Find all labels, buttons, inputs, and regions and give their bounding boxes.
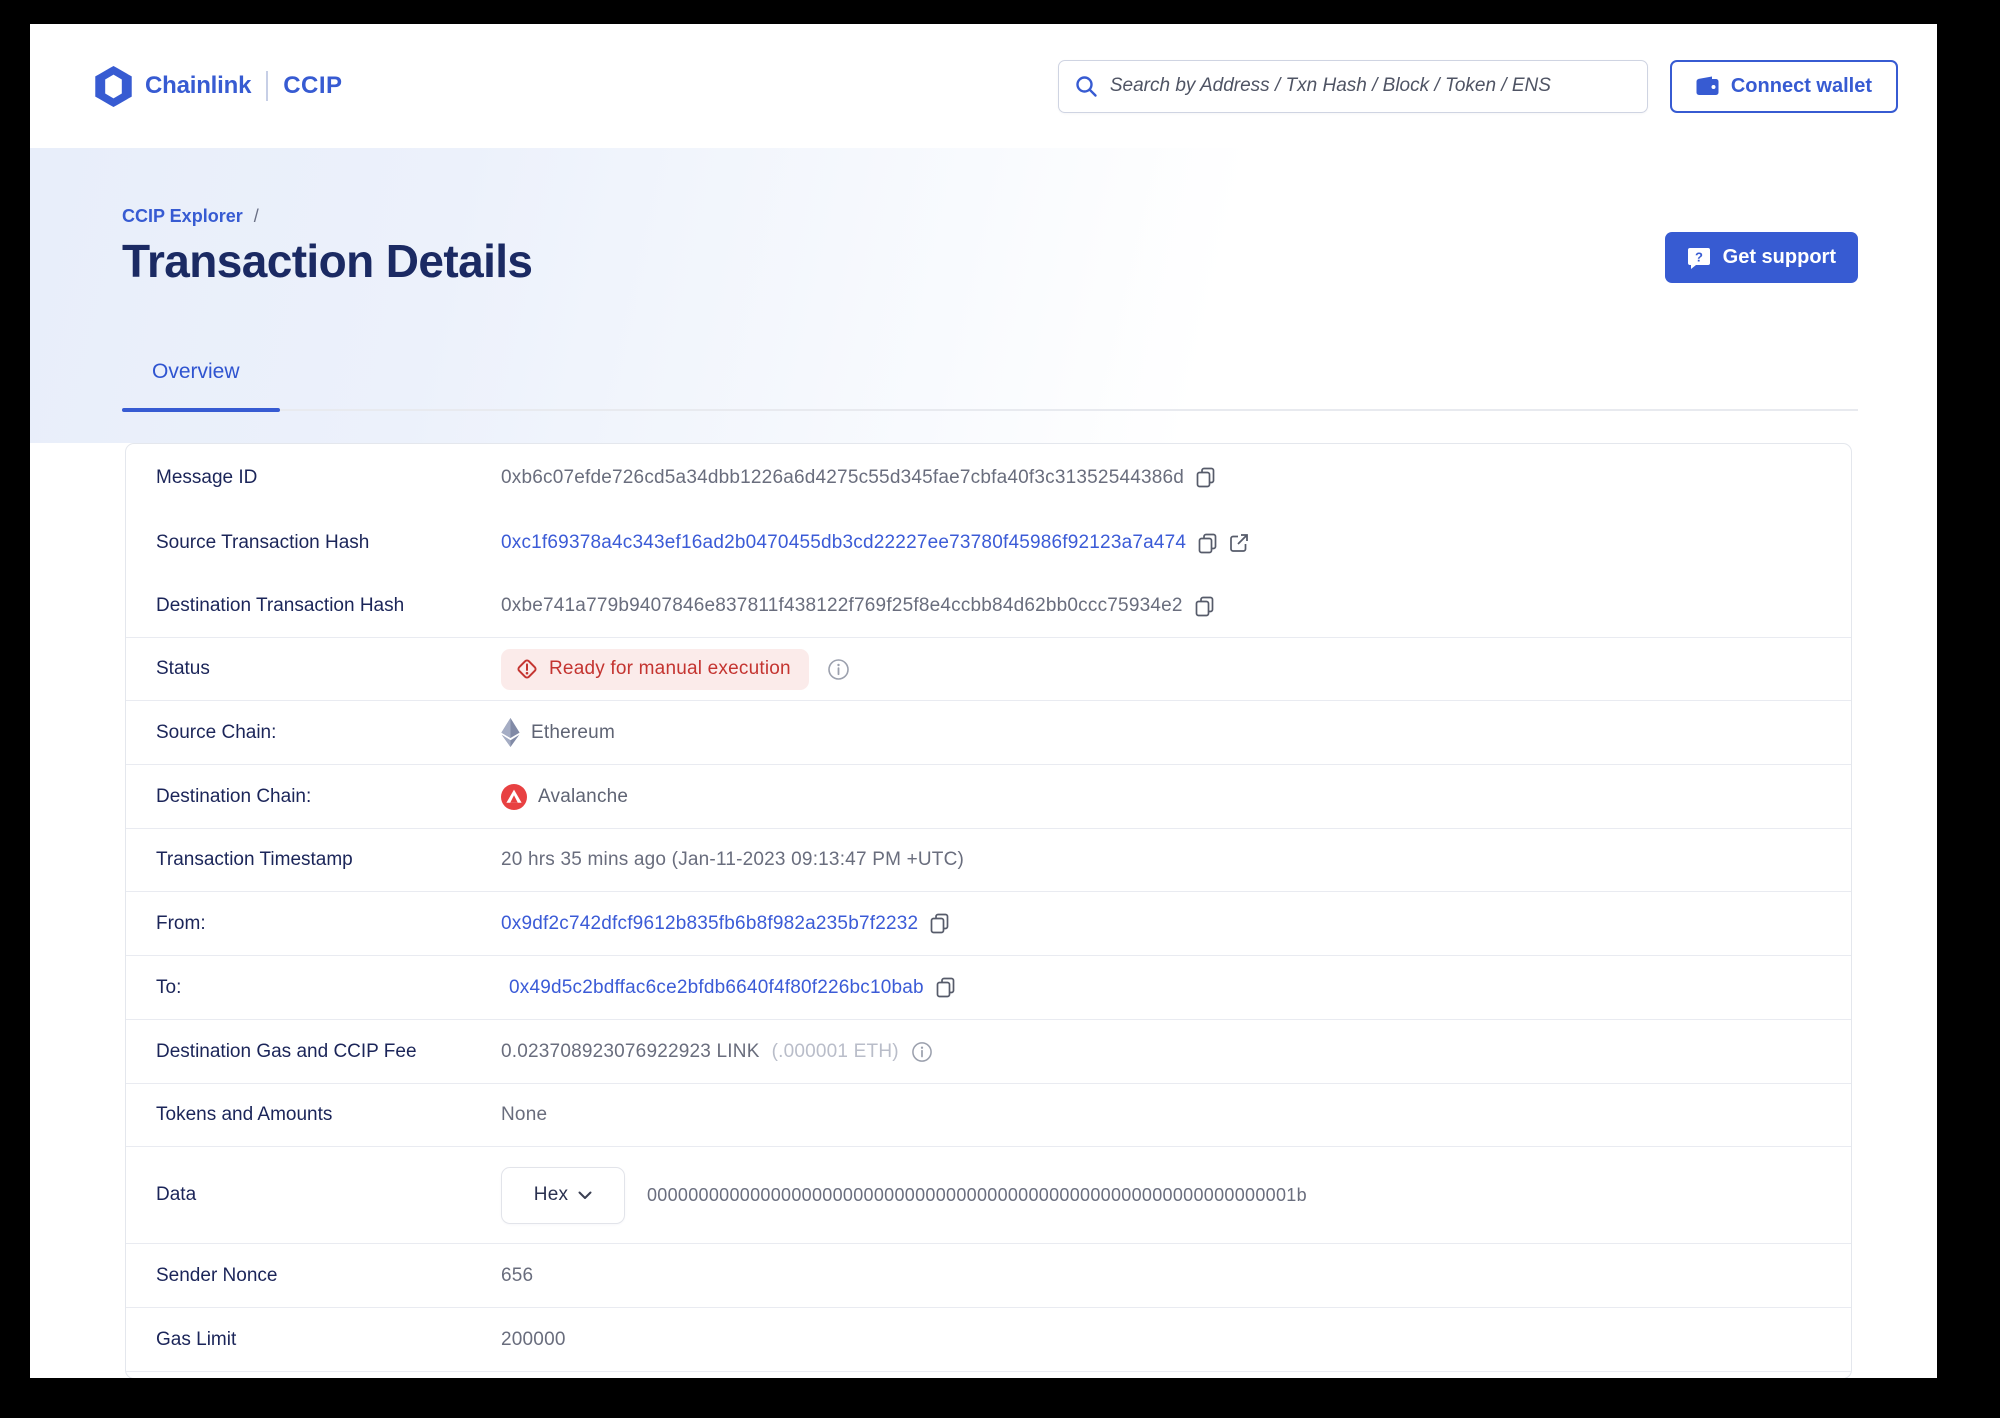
page-title: Transaction Details [122, 235, 533, 287]
row-fee: Destination Gas and CCIP Fee 0.023708923… [126, 1020, 1851, 1084]
status-info-icon[interactable] [827, 658, 850, 681]
chevron-down-icon [578, 1191, 592, 1200]
transaction-details-card: Message ID 0xb6c07efde726cd5a34dbb1226a6… [125, 443, 1852, 1378]
sender-nonce-label: Sender Nonce [156, 1264, 278, 1286]
sender-nonce-value: 656 [501, 1264, 534, 1286]
tab-overview-active-underline [122, 408, 280, 412]
copy-icon[interactable] [1195, 596, 1214, 617]
to-address-link[interactable]: 0x49d5c2bdffac6ce2bfdb6640f4f80f226bc10b… [509, 977, 924, 999]
copy-icon[interactable] [1196, 467, 1215, 488]
top-header: Chainlink CCIP Connect wallet [30, 24, 1937, 148]
global-search [1057, 59, 1648, 113]
row-tokens: Tokens and Amounts None [126, 1084, 1851, 1147]
logo-divider [266, 71, 269, 101]
status-warning-diamond-icon [515, 657, 539, 681]
hero-section: CCIP Explorer / Transaction Details ? Ge… [30, 148, 1937, 443]
source-chain-label: Source Chain: [156, 721, 277, 743]
timestamp-label: Transaction Timestamp [156, 849, 353, 870]
dest-tx-hash-label: Destination Transaction Hash [156, 595, 405, 616]
copy-icon[interactable] [936, 977, 955, 998]
row-message-id: Message ID 0xb6c07efde726cd5a34dbb1226a6… [126, 444, 1851, 511]
gas-limit-value: 200000 [501, 1328, 566, 1350]
gas-limit-label: Gas Limit [156, 1328, 237, 1350]
svg-text:?: ? [1695, 249, 1703, 264]
row-gas-limit: Gas Limit 200000 [126, 1308, 1851, 1372]
support-question-icon: ? [1687, 246, 1711, 270]
avalanche-icon [501, 783, 527, 810]
copy-icon[interactable] [930, 913, 949, 934]
fee-info-icon[interactable] [911, 1041, 933, 1063]
tabbar-divider [122, 409, 1858, 411]
breadcrumb-separator: / [253, 206, 259, 226]
row-data: Data Hex 0000000000000000000000000000000… [126, 1147, 1851, 1244]
row-status: Status Ready for manual execution [126, 638, 1851, 701]
brand-name: Chainlink [145, 72, 252, 99]
product-name: CCIP [283, 72, 343, 99]
dest-tx-hash-value: 0xbe741a779b9407846e837811f438122f769f25… [501, 595, 1183, 616]
ccip-explorer-page: Chainlink CCIP Connect wallet [30, 24, 1937, 1378]
get-support-label: Get support [1722, 246, 1836, 268]
data-format-selected: Hex [533, 1184, 569, 1205]
breadcrumb: CCIP Explorer / [122, 206, 259, 227]
status-badge: Ready for manual execution [501, 648, 809, 690]
row-dest-tx-hash: Destination Transaction Hash 0xbe741a779… [126, 575, 1851, 638]
row-partial-cutoff [126, 1372, 1851, 1378]
source-chain-item: Ethereum [501, 718, 615, 747]
source-chain-name: Ethereum [531, 721, 615, 743]
connect-wallet-button[interactable]: Connect wallet [1669, 59, 1898, 113]
external-link-icon[interactable] [1229, 533, 1249, 553]
data-label: Data [156, 1184, 197, 1205]
row-source-chain: Source Chain: Ethereum [126, 701, 1851, 765]
data-format-dropdown[interactable]: Hex [501, 1166, 625, 1224]
timestamp-value: 20 hrs 35 mins ago (Jan-11-2023 09:13:47… [501, 849, 965, 870]
row-to: To: 0x49d5c2bdffac6ce2bfdb6640f4f80f226b… [126, 956, 1851, 1020]
status-badge-text: Ready for manual execution [549, 658, 791, 679]
chainlink-hexagon-icon [95, 65, 132, 107]
data-hex-value: 0000000000000000000000000000000000000000… [647, 1184, 1307, 1205]
to-label: To: [156, 976, 182, 998]
dest-chain-label: Destination Chain: [156, 785, 312, 807]
source-tx-hash-link[interactable]: 0xc1f69378a4c343ef16ad2b0470455db3cd2222… [501, 532, 1186, 554]
tokens-label: Tokens and Amounts [156, 1104, 333, 1125]
row-dest-chain: Destination Chain: Avalanche [126, 765, 1851, 829]
row-from: From: 0x9df2c742dfcf9612b835fb6b8f982a23… [126, 892, 1851, 956]
dest-chain-item: Avalanche [501, 783, 629, 810]
get-support-button[interactable]: ? Get support [1664, 232, 1858, 283]
search-icon [1075, 75, 1098, 98]
from-address-link[interactable]: 0x9df2c742dfcf9612b835fb6b8f982a235b7f22… [501, 913, 918, 935]
source-tx-hash-label: Source Transaction Hash [156, 532, 370, 553]
tokens-value: None [501, 1104, 548, 1125]
ethereum-icon [501, 718, 520, 747]
status-label: Status [156, 658, 210, 679]
row-timestamp: Transaction Timestamp 20 hrs 35 mins ago… [126, 829, 1851, 892]
breadcrumb-ccip-explorer-link[interactable]: CCIP Explorer [122, 206, 243, 226]
wallet-icon [1696, 76, 1719, 96]
connect-wallet-label: Connect wallet [1730, 74, 1872, 97]
chainlink-ccip-logo[interactable]: Chainlink CCIP [95, 65, 343, 107]
row-source-tx-hash: Source Transaction Hash 0xc1f69378a4c343… [126, 511, 1851, 575]
fee-eth-equivalent: (.000001 ETH) [771, 1040, 899, 1062]
message-id-label: Message ID [156, 466, 258, 488]
tab-overview[interactable]: Overview [152, 360, 240, 384]
from-label: From: [156, 912, 206, 934]
search-input[interactable] [1109, 75, 1631, 97]
dest-chain-name: Avalanche [538, 785, 629, 807]
message-id-value: 0xb6c07efde726cd5a34dbb1226a6d4275c55d34… [501, 466, 1185, 488]
fee-label: Destination Gas and CCIP Fee [156, 1040, 417, 1062]
row-sender-nonce: Sender Nonce 656 [126, 1244, 1851, 1308]
copy-icon[interactable] [1198, 533, 1217, 554]
fee-value: 0.023708923076922923 LINK [501, 1040, 760, 1062]
